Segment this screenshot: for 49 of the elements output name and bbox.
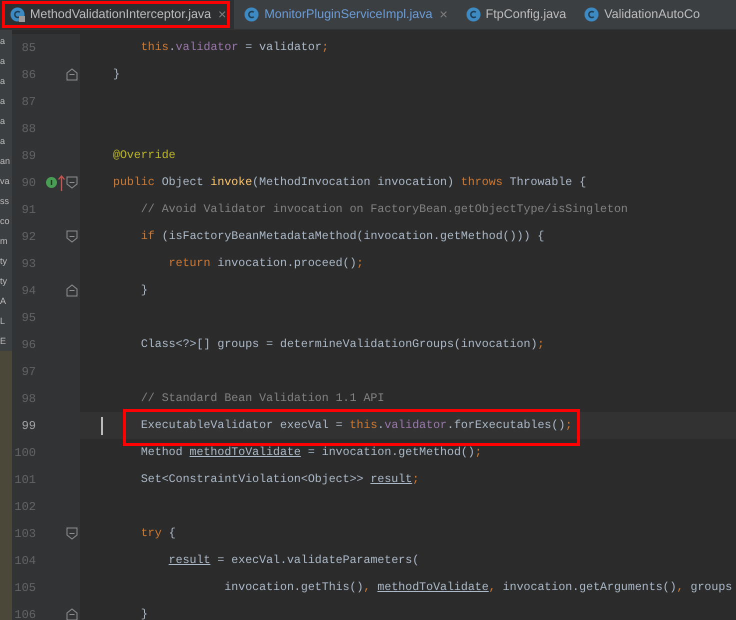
tree-item-label: m [0,235,8,248]
class-icon [466,7,481,22]
line-number: 99 [20,418,36,434]
code-line: } [113,66,120,83]
code-line: public Object invoke(MethodInvocation invocation) throws Throwable { [113,174,586,191]
close-icon[interactable]: × [218,4,226,25]
tree-item-label: an [0,155,12,168]
fold-icon[interactable] [66,608,78,620]
tree-item-label: a [0,75,6,88]
tree-item-label: L [0,315,6,328]
code-line: Set<ConstraintViolation<Object>> result; [140,472,420,488]
tree-item-label: ty [0,275,8,288]
tree-item-label: va [0,175,11,188]
class-icon [584,7,600,22]
tree-item-label: a [0,55,6,68]
tree-item-label: a [0,115,6,128]
code-line: // Standard Bean Validation 1.1 API [140,390,384,407]
fold-icon[interactable] [66,527,78,540]
tree-item-label: a [0,35,6,48]
up-arrow-icon[interactable] [58,174,65,190]
tree-item-label: E [0,335,8,348]
code-line: ExecutableValidator execVal = this.validator.forExecutables(); [140,418,572,434]
fold-icon[interactable] [66,68,78,81]
class-icon [10,7,25,22]
tree-item-label: a [0,135,6,148]
code-line: if (isFactoryBeanMetadataMethod(invocation.getMethod())) { [140,228,544,245]
tree-item-label: ty [0,255,8,268]
code-line: invocation.getThis(), methodToValidate, invocation.getArguments(), groups [223,580,732,596]
tree-item-label: co [0,215,11,228]
code-line: } [140,606,148,620]
fold-icon[interactable] [66,284,78,297]
code-line: @Override [113,148,176,164]
code-line: Method methodToValidate = invocation.getMethod(); [140,444,482,461]
code-line: result = execVal.validateParameters( [168,552,420,569]
code-line: // Avoid Validator invocation on FactoryBean.getObjectType/isSingleton [140,202,628,218]
fold-icon[interactable] [66,230,78,243]
code-line: Class<?>[] groups = determineValidationGroups(invocation); [140,336,544,353]
editor-tab[interactable]: MethodValidationInterceptor.java × [0,0,234,29]
code-line: } [140,282,148,299]
tree-item-label: A [0,295,8,308]
fold-icon[interactable] [66,176,78,189]
code-line: this.validator = validator; [140,40,329,56]
code-line: return invocation.proceed(); [168,256,364,272]
code-line: try { [140,526,176,542]
circle-icon[interactable] [46,177,57,188]
text-cursor [101,416,103,434]
class-icon [244,7,260,22]
tree-item-label: ss [0,195,10,208]
tree-item-label: a [0,95,6,108]
